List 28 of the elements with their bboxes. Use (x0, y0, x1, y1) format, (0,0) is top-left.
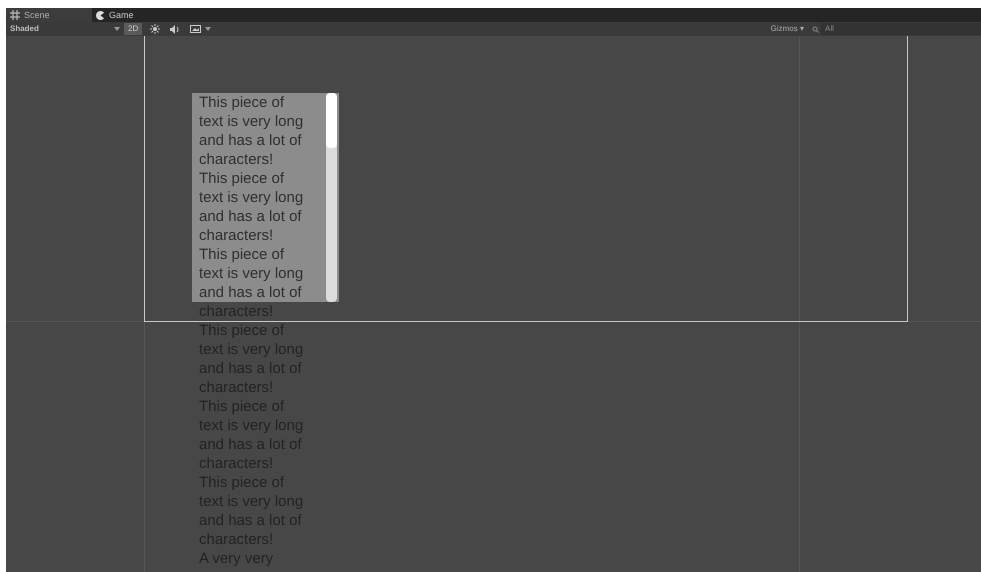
caret-icon (205, 27, 212, 31)
draw-mode-dropdown[interactable]: Shaded (6, 23, 106, 35)
image-icon[interactable] (190, 25, 202, 33)
search-icon (812, 26, 819, 32)
text-line: text is very long (199, 112, 304, 131)
grid-icon (10, 10, 20, 20)
scroll-view-panel[interactable] (192, 93, 339, 302)
text-line: and has a lot of (199, 207, 303, 226)
scrollbar-handle[interactable] (326, 93, 337, 148)
text-line: This piece of (199, 169, 286, 188)
text-line: characters! (199, 226, 274, 245)
search-field[interactable]: All (821, 23, 981, 35)
2d-toggle[interactable]: 2D (124, 23, 142, 35)
text-line: and has a lot of (199, 131, 303, 150)
text-line: text is very long (199, 264, 304, 283)
text-line: and has a lot of (199, 283, 303, 302)
pacman-icon (96, 10, 105, 20)
tab[interactable]: Game (92, 8, 178, 22)
gizmos-dropdown[interactable]: Gizmos ▾ (766, 23, 808, 35)
text-line: This piece of (199, 93, 286, 112)
sun-icon[interactable] (150, 24, 160, 34)
tab[interactable]: Scene (6, 8, 92, 22)
speaker-icon[interactable] (170, 24, 180, 34)
caret-icon (114, 27, 120, 31)
scrollbar-track[interactable] (326, 93, 337, 302)
text-line: characters! (199, 150, 274, 169)
text-line: text is very long (199, 188, 304, 207)
text-line: This piece of (199, 245, 286, 264)
